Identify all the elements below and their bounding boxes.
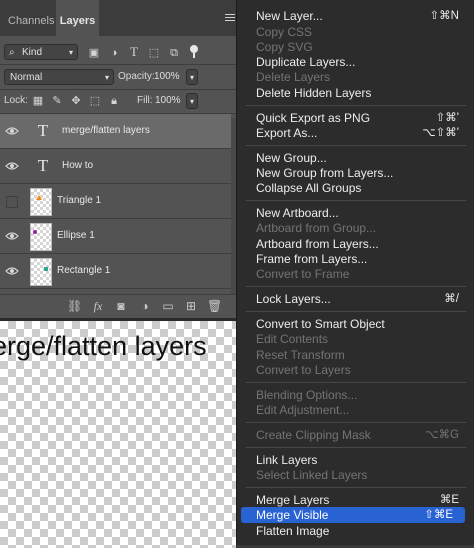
menu-item-link-layers[interactable]: Link Layers <box>237 452 474 468</box>
text-layer-thumbnail-icon: T <box>37 121 49 140</box>
menu-item-new-group[interactable]: New Group... <box>237 150 474 166</box>
menu-item-flatten-image[interactable]: Flatten Image <box>237 523 474 539</box>
menu-item-copy-svg: Copy SVG <box>256 40 313 54</box>
layer-row[interactable]: T merge/flatten layers <box>0 114 231 149</box>
menu-item-copy-css: Copy CSS <box>256 25 313 39</box>
chevron-down-icon: ▾ <box>104 73 109 82</box>
rectangle-shape-icon <box>44 267 48 271</box>
eye-icon[interactable] <box>5 265 19 277</box>
layer-name: Rectangle 1 <box>57 265 111 276</box>
blend-mode-value: Normal <box>10 72 43 83</box>
canvas-text: erge/flatten layers <box>0 331 207 361</box>
menu-item-convert-to-frame: Convert to Frame <box>256 267 350 281</box>
fill-dropdown-chevron-icon[interactable]: ▾ <box>186 93 198 109</box>
menu-item-edit-adjustment: Edit Adjustment... <box>256 403 350 417</box>
tab-layers[interactable]: Layers <box>56 0 99 36</box>
menu-item-delete-layers: Delete Layers <box>256 70 331 84</box>
lock-position-icon[interactable]: ✥ <box>70 95 82 107</box>
menu-item-convert-to-layers: Convert to Layers <box>256 363 351 377</box>
mask-icon[interactable]: ◙ <box>114 299 128 313</box>
layers-footer: ⛓︎ fx ◙ ◑ ▭ ⊞ 🗑︎ <box>0 294 236 319</box>
layer-thumbnail <box>30 188 52 216</box>
menu-item-merge-visible[interactable]: Merge Visible ⇧⌘E <box>241 507 465 523</box>
blend-row: Normal ▾ Opacity: 100% ▾ <box>0 66 236 88</box>
eye-icon[interactable] <box>5 125 19 137</box>
layer-row[interactable]: Triangle 1 <box>0 184 231 219</box>
filter-kind-label: Kind <box>22 47 43 58</box>
layer-row[interactable]: Ellipse 1 <box>0 219 231 254</box>
chevron-down-icon: ▾ <box>68 48 73 57</box>
menu-item-create-clipping-mask: Create Clipping Mask ⌥⌘G <box>256 428 459 442</box>
menu-item-duplicate-layers[interactable]: Duplicate Layers... <box>237 54 474 70</box>
filter-kind-select[interactable]: ⌕ Kind ▾ <box>4 44 78 60</box>
layer-name: merge/flatten layers <box>62 125 150 136</box>
lock-label: Lock: <box>4 95 28 106</box>
menu-item-export-as[interactable]: Export As... ⌥⇧⌘' <box>237 125 474 141</box>
document-canvas[interactable]: erge/flatten layers <box>0 318 236 548</box>
layer-name: How to <box>62 160 94 171</box>
menu-item-frame-from-layers[interactable]: Frame from Layers... <box>237 251 474 267</box>
opacity-input[interactable]: 100% <box>154 69 184 85</box>
menu-item-new-artboard[interactable]: New Artboard... <box>237 205 474 221</box>
layer-row[interactable]: T How to <box>0 149 231 184</box>
panel-tab-bar: Channels Layers <box>0 0 236 36</box>
blend-mode-select[interactable]: Normal ▾ <box>4 69 114 85</box>
layers-context-menu: New Layer... ⇧⌘N Copy CSS Copy SVG Duplic… <box>236 0 474 545</box>
visibility-toggle-box[interactable] <box>6 196 18 208</box>
menu-item-new-group-from-layers[interactable]: New Group from Layers... <box>237 165 474 181</box>
menu-item-edit-contents: Edit Contents <box>256 332 329 346</box>
lock-row: Lock: ▦ ✎ ✥ ⬚ 🔒︎ Fill: 100% ▾ <box>0 90 236 112</box>
menu-item-merge-layers[interactable]: Merge Layers ⌘E <box>237 492 474 508</box>
pixel-layer-filter-icon[interactable]: ▣ <box>88 47 100 59</box>
menu-item-new-layer[interactable]: New Layer... ⇧⌘N <box>237 8 474 24</box>
menu-item-collapse-all-groups[interactable]: Collapse All Groups <box>237 180 474 196</box>
folder-icon[interactable]: ▭ <box>161 299 175 313</box>
shape-layer-filter-icon[interactable]: ⬚ <box>148 47 160 59</box>
triangle-shape-icon <box>36 195 42 200</box>
fx-icon[interactable]: fx <box>91 299 105 313</box>
lock-transparent-pixels-icon[interactable]: ▦ <box>32 95 44 107</box>
menu-item-lock-layers[interactable]: Lock Layers... ⌘/ <box>237 291 474 307</box>
menu-item-convert-to-smart-object[interactable]: Convert to Smart Object <box>237 316 474 332</box>
layer-thumbnail <box>30 223 52 251</box>
fill-input[interactable]: 100% <box>155 93 185 109</box>
lock-image-pixels-icon[interactable]: ✎ <box>51 95 63 107</box>
text-layer-thumbnail-icon: T <box>37 156 49 175</box>
adjustment-layer-icon[interactable]: ◑ <box>138 299 152 313</box>
menu-item-select-linked-layers: Select Linked Layers <box>256 468 368 482</box>
new-layer-icon[interactable]: ⊞ <box>184 299 198 313</box>
menu-item-blending-options: Blending Options... <box>256 388 358 402</box>
menu-item-artboard-from-layers[interactable]: Artboard from Layers... <box>237 236 474 252</box>
menu-item-delete-hidden-layers[interactable]: Delete Hidden Layers <box>237 85 474 101</box>
search-icon: ⌕ <box>9 47 15 58</box>
layers-panel: Channels Layers ⌕ Kind ▾ ▣ ◑ T ⬚ ⧉ Norma… <box>0 0 236 319</box>
layer-name: Ellipse 1 <box>57 230 95 241</box>
tab-channels[interactable]: Channels <box>8 0 54 36</box>
filter-toggle-icon[interactable] <box>190 45 198 53</box>
opacity-dropdown-chevron-icon[interactable]: ▾ <box>186 69 198 85</box>
ellipse-shape-icon <box>33 230 37 234</box>
layer-name: Triangle 1 <box>57 195 102 206</box>
lock-artboard-icon[interactable]: ⬚ <box>89 95 101 107</box>
eye-icon[interactable] <box>5 160 19 172</box>
filter-row: ⌕ Kind ▾ ▣ ◑ T ⬚ ⧉ <box>0 40 236 64</box>
fill-label: Fill: <box>137 95 153 106</box>
opacity-label: Opacity: <box>118 71 155 82</box>
eye-icon[interactable] <box>5 230 19 242</box>
trash-icon[interactable]: 🗑︎ <box>207 299 222 313</box>
adjustment-layer-filter-icon[interactable]: ◑ <box>108 47 120 59</box>
menu-item-reset-transform: Reset Transform <box>256 348 345 362</box>
layer-thumbnail <box>30 258 52 286</box>
layer-row[interactable]: Rectangle 1 <box>0 254 231 289</box>
type-layer-filter-icon[interactable]: T <box>128 45 140 58</box>
menu-item-artboard-from-group: Artboard from Group... <box>256 221 377 235</box>
link-icon[interactable]: ⛓︎ <box>67 299 82 313</box>
smart-object-filter-icon[interactable]: ⧉ <box>168 47 180 59</box>
lock-all-icon[interactable]: 🔒︎ <box>108 95 120 107</box>
panel-menu-icon[interactable] <box>225 14 235 24</box>
menu-item-quick-export-png[interactable]: Quick Export as PNG ⇧⌘' <box>237 110 474 126</box>
